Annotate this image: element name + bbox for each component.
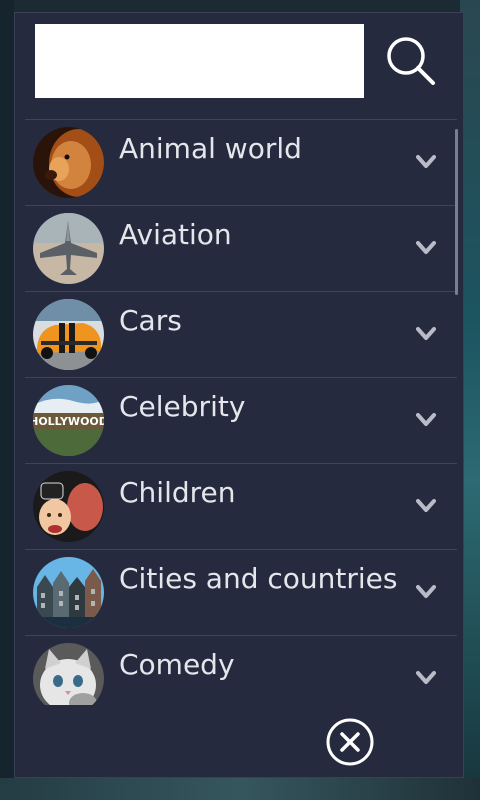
search-button[interactable] [383, 33, 439, 89]
list-item-celebrity[interactable]: HOLLYWOOD Celebrity [25, 377, 457, 463]
city-houses-image [33, 557, 104, 628]
fighter-jet-image [33, 213, 104, 284]
list-item-comedy[interactable]: Comedy [25, 635, 457, 705]
category-label: Aviation [119, 218, 232, 251]
kitten-image [33, 643, 104, 705]
list-item-children[interactable]: Children [25, 463, 457, 549]
close-icon [326, 718, 374, 766]
category-list[interactable]: Animal world Aviation Cars HOLLYWOOD Cel… [25, 119, 457, 705]
category-label: Celebrity [119, 390, 246, 423]
chevron-down-icon[interactable] [415, 240, 437, 256]
chevron-down-icon[interactable] [415, 326, 437, 342]
svg-text:HOLLYWOOD: HOLLYWOOD [33, 415, 104, 428]
chevron-down-icon[interactable] [415, 670, 437, 686]
category-dialog: Animal world Aviation Cars HOLLYWOOD Cel… [14, 12, 464, 778]
list-item-partial [25, 109, 457, 119]
category-label: Cities and countries [119, 562, 398, 595]
chevron-down-icon[interactable] [415, 498, 437, 514]
category-label: Animal world [119, 132, 302, 165]
close-button[interactable] [326, 718, 374, 766]
list-scrollbar[interactable] [455, 129, 458, 295]
hollywood-sign-image: HOLLYWOOD [33, 385, 104, 456]
chevron-down-icon[interactable] [415, 154, 437, 170]
list-item-aviation[interactable]: Aviation [25, 205, 457, 291]
father-and-child-image [33, 471, 104, 542]
background-bottom-edge [0, 778, 480, 800]
search-icon [387, 37, 435, 85]
list-item-cars[interactable]: Cars [25, 291, 457, 377]
list-item-cities-and-countries[interactable]: Cities and countries [25, 549, 457, 635]
chevron-down-icon[interactable] [415, 584, 437, 600]
lion-image [33, 127, 104, 198]
background-left-edge [0, 0, 14, 800]
category-label: Cars [119, 304, 182, 337]
sports-car-image [33, 299, 104, 370]
list-item-animal-world[interactable]: Animal world [25, 119, 457, 205]
category-label: Children [119, 476, 236, 509]
category-label: Comedy [119, 648, 235, 681]
chevron-down-icon[interactable] [415, 412, 437, 428]
search-input[interactable] [35, 24, 364, 98]
